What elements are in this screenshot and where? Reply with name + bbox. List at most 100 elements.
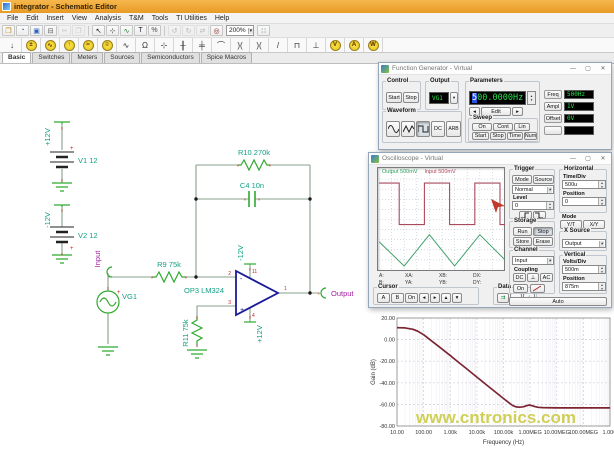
rotate-left-icon[interactable]: ↺ xyxy=(168,25,181,36)
copy-icon[interactable]: ❐ xyxy=(72,25,85,36)
auto-button[interactable]: Auto xyxy=(509,297,607,306)
relay-icon[interactable]: ⊓ xyxy=(288,38,307,52)
level-spinner[interactable]: 0 ▴▾ xyxy=(512,201,554,210)
ground-icon[interactable]: ⊥ xyxy=(307,38,326,52)
menu-view[interactable]: View xyxy=(68,15,91,22)
resistor-r10[interactable] xyxy=(238,160,270,170)
input-terminal-icon[interactable] xyxy=(107,267,112,277)
export-data-icon[interactable]: ⇉ xyxy=(497,293,509,303)
select-arrow-icon[interactable]: ↖ xyxy=(92,25,105,36)
opamp-op3[interactable]: - + xyxy=(236,271,278,315)
coupling-ground-button[interactable]: ⊥ xyxy=(527,273,539,282)
scope-titlebar[interactable]: Oscilloscope - Virtual — ▢ ✕ xyxy=(369,153,611,165)
resistor-icon[interactable]: ∿ xyxy=(117,38,136,52)
channel-on-button[interactable]: On xyxy=(513,284,528,293)
print-icon[interactable]: ⊟ xyxy=(44,25,57,36)
resistor-r11[interactable] xyxy=(192,317,202,344)
fg-freq-readout-label[interactable]: Freq xyxy=(544,90,562,99)
voltsdiv-spinner[interactable]: 500m ▴▾ xyxy=(562,265,606,274)
menu-analysis[interactable]: Analysis xyxy=(91,15,125,22)
coupled-coils-icon[interactable]: )( xyxy=(250,38,269,52)
cut-icon[interactable]: ✂ xyxy=(58,25,71,36)
function-generator-window[interactable]: Function Generator - Virtual — ▢ ✕ Contr… xyxy=(378,62,612,150)
tab-semiconductors[interactable]: Semiconductors xyxy=(141,52,200,63)
store-button[interactable]: Store xyxy=(513,237,532,246)
fg-ampl-readout-label[interactable]: Ampl xyxy=(544,102,562,111)
symbol-icon[interactable]: % xyxy=(148,25,161,36)
menu-ti-utilities[interactable]: TI Utilities xyxy=(172,15,211,22)
chevron-down-icon[interactable]: ▾ xyxy=(248,28,254,34)
voltage-generator-icon[interactable]: ∿ xyxy=(41,38,60,52)
sweep-stop-button[interactable]: Stop xyxy=(490,132,506,140)
ammeter-icon[interactable]: A xyxy=(345,38,364,52)
channel-slope-button[interactable] xyxy=(530,284,545,293)
v1-terminal[interactable] xyxy=(54,122,70,124)
voltage-source-icon[interactable]: ± xyxy=(22,38,41,52)
channel-select[interactable]: Input▾ xyxy=(512,256,554,265)
trigger-source-button[interactable]: Source xyxy=(533,175,554,184)
trimmer-icon[interactable]: ⊹ xyxy=(155,38,174,52)
wire-icon[interactable]: ∿ xyxy=(120,25,133,36)
transformer-icon[interactable]: )( xyxy=(231,38,250,52)
arb-button[interactable]: ARB xyxy=(446,121,461,137)
minimize-icon[interactable]: — xyxy=(567,66,579,72)
text-icon[interactable]: T xyxy=(134,25,147,36)
cursor-left-button[interactable]: ◂ xyxy=(419,293,429,303)
menu-edit[interactable]: Edit xyxy=(22,15,42,22)
current-generator-icon[interactable]: ≈ xyxy=(79,38,98,52)
ground-icon[interactable] xyxy=(52,183,72,191)
fg-output-dropdown-button[interactable]: ▾ xyxy=(450,92,458,104)
battery-icon[interactable]: ≡ xyxy=(98,38,117,52)
potentiometer-icon[interactable]: Ω xyxy=(136,38,155,52)
sweep-on-button[interactable]: On xyxy=(472,123,492,131)
fg-titlebar[interactable]: Function Generator - Virtual — ▢ ✕ xyxy=(379,63,611,75)
triangle-wave-button[interactable] xyxy=(401,121,415,137)
erase-button[interactable]: Erase xyxy=(533,237,553,246)
cursor-on-button[interactable]: On xyxy=(405,293,418,303)
maximize-icon[interactable]: ▢ xyxy=(582,155,594,162)
open-icon[interactable]: ❒ xyxy=(2,25,15,36)
h-position-spinner[interactable]: 0 ▴▾ xyxy=(562,197,606,206)
close-icon[interactable]: ✕ xyxy=(597,155,609,162)
inductor-icon[interactable]: ⌒ xyxy=(212,38,231,52)
sweep-num-button[interactable]: Num xyxy=(524,132,537,140)
current-source-icon[interactable]: ↑ xyxy=(60,38,79,52)
trigger-mode-button[interactable]: Mode xyxy=(512,175,532,184)
last-component-icon[interactable]: ⊹ xyxy=(106,25,119,36)
mirror-icon[interactable]: ⇄ xyxy=(196,25,209,36)
fg-next-digit-button[interactable]: ▸ xyxy=(512,107,523,116)
sweep-cont-button[interactable]: Cont xyxy=(493,123,513,131)
interactive-mode-icon[interactable]: ∷ xyxy=(257,25,270,36)
sweep-lin-button[interactable]: Lin xyxy=(514,123,530,131)
minimize-icon[interactable]: — xyxy=(567,156,579,162)
stop-button[interactable]: Stop xyxy=(533,227,553,236)
xsource-select[interactable]: Output▾ xyxy=(562,239,606,248)
cursor-a-button[interactable]: A xyxy=(377,293,390,303)
coupling-dc-button[interactable]: DC xyxy=(513,273,526,282)
ground-icon[interactable] xyxy=(98,347,118,355)
fg-frequency-spinner[interactable]: ▴▾ xyxy=(527,91,536,105)
maximize-icon[interactable]: ▢ xyxy=(582,65,594,72)
electrolytic-capacitor-icon[interactable]: ╪ xyxy=(193,38,212,52)
switch-icon[interactable]: / xyxy=(269,38,288,52)
menu-t-m[interactable]: T&M xyxy=(125,15,148,22)
run-button[interactable]: Run xyxy=(513,227,532,236)
coupling-ac-button[interactable]: AC xyxy=(540,273,553,282)
trigger-mode-select[interactable]: Normal▾ xyxy=(512,185,554,194)
close-icon[interactable]: ✕ xyxy=(597,65,609,72)
fg-stop-button[interactable]: Stop xyxy=(403,92,419,103)
zoom-combo[interactable]: 200% ▾ xyxy=(226,25,254,36)
tab-meters[interactable]: Meters xyxy=(71,52,103,63)
sine-wave-button[interactable] xyxy=(386,121,400,137)
v-position-spinner[interactable]: 875m ▴▾ xyxy=(562,282,606,291)
capacitor-icon[interactable]: ╫ xyxy=(174,38,193,52)
rotate-right-icon[interactable]: ↻ xyxy=(182,25,195,36)
cursor-up-button[interactable]: ▴ xyxy=(441,293,451,303)
output-terminal-icon[interactable] xyxy=(321,288,326,298)
square-wave-button[interactable] xyxy=(416,121,430,137)
menu-tools[interactable]: Tools xyxy=(148,15,172,22)
wattmeter-icon[interactable]: W xyxy=(364,38,383,52)
menu-insert[interactable]: Insert xyxy=(42,15,68,22)
timediv-spinner[interactable]: 500u ▴▾ xyxy=(562,180,606,189)
fg-offset-readout-label[interactable]: Offset xyxy=(544,114,562,123)
